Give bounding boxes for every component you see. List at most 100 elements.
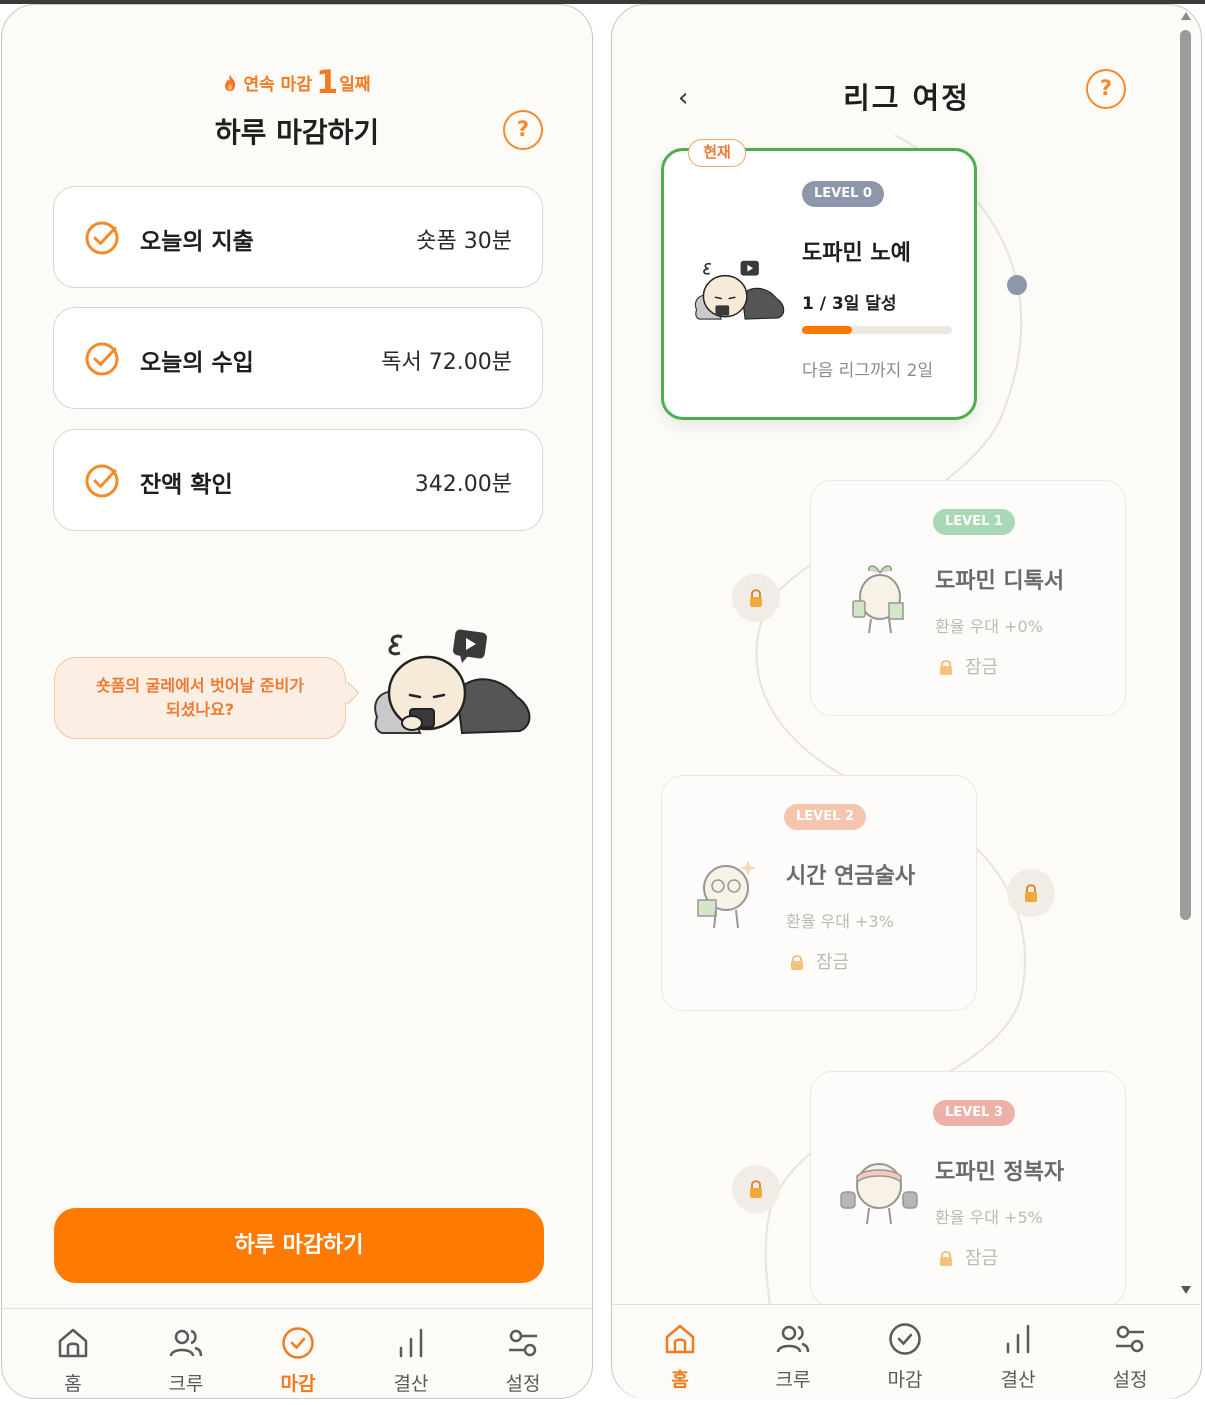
- tab-label: 결산: [393, 1373, 429, 1395]
- bottom-tab-bar: 홈 크루 마감 결산 설정: [2, 1308, 592, 1398]
- progress-fill: [802, 326, 852, 334]
- league-card-level-1[interactable]: LEVEL 1 도파민 디톡서 환율 우대 +0% 잠금: [810, 480, 1126, 716]
- lock-label: 잠금: [790, 948, 849, 974]
- league-card-level-3[interactable]: LEVEL 3 도파민 정복자 환율 우대 +5% 잠금: [810, 1071, 1126, 1307]
- settings-sliders-icon: [509, 1329, 537, 1357]
- row-value: 342.00분: [414, 472, 512, 497]
- progress-text: 1 / 3일 달성: [802, 294, 897, 314]
- balance-row[interactable]: 잔액 확인 342.00분: [53, 429, 543, 531]
- league-card-level-2[interactable]: LEVEL 2 시간 연금술사 환율 우대 +3% 잠금: [661, 775, 977, 1011]
- bubble-line-1: 숏폼의 굴레에서 벗어날 준비가: [95, 676, 305, 695]
- tab-settings[interactable]: 설정: [467, 1309, 579, 1398]
- scroll-up-arrow[interactable]: [1181, 12, 1191, 20]
- help-button[interactable]: ?: [1086, 69, 1126, 109]
- tab-home[interactable]: 홈: [624, 1305, 736, 1405]
- tab-report[interactable]: 결산: [355, 1309, 467, 1398]
- tab-label: 홈: [64, 1373, 82, 1395]
- settings-sliders-icon: [1116, 1325, 1144, 1353]
- league-name: 시간 연금술사: [786, 864, 916, 889]
- check-circle-icon: [85, 464, 119, 498]
- level-pill: LEVEL 1: [933, 509, 1015, 535]
- current-badge: 현재: [688, 139, 746, 167]
- streak-suffix: 일째: [339, 75, 371, 95]
- streak-indicator: 연속 마감 1일째: [2, 63, 592, 101]
- sleepy-mascot-illustration: [374, 629, 531, 735]
- alchemist-mascot-illustration: [697, 860, 756, 929]
- row-label: 잔액 확인: [140, 472, 233, 498]
- tab-crew[interactable]: 크루: [130, 1309, 242, 1398]
- income-row[interactable]: 오늘의 수입 독서 72.00분: [53, 307, 543, 409]
- tab-label: 크루: [168, 1373, 204, 1395]
- lock-icon: [750, 1180, 762, 1198]
- check-circle-icon: [889, 1323, 921, 1355]
- row-label: 오늘의 지출: [140, 229, 254, 255]
- people-icon: [776, 1325, 810, 1353]
- close-day-button[interactable]: 하루 마감하기: [54, 1208, 544, 1283]
- row-label: 오늘의 수입: [140, 350, 254, 376]
- locked-node: [732, 574, 780, 622]
- league-name: 도파민 디톡서: [935, 569, 1065, 594]
- tab-close[interactable]: 마감: [849, 1305, 961, 1405]
- sprout-mascot-illustration: [852, 565, 904, 634]
- check-circle-icon: [85, 342, 119, 376]
- tab-label: 설정: [505, 1373, 541, 1395]
- rate-text: 환율 우대 +3%: [786, 912, 894, 931]
- league-card-level-0[interactable]: LEVEL 0 도파민 노예 1 / 3일 달성 다음 리그까지 2일: [661, 148, 977, 420]
- lock-label: 잠금: [939, 1244, 998, 1270]
- lock-icon: [750, 589, 762, 607]
- level-pill: LEVEL 3: [933, 1100, 1015, 1126]
- tab-label: 크루: [775, 1369, 811, 1391]
- league-name: 도파민 정복자: [935, 1160, 1065, 1185]
- athlete-mascot-illustration: [840, 1163, 918, 1225]
- bar-chart-icon: [399, 1328, 423, 1358]
- tab-label: 결산: [1000, 1369, 1036, 1391]
- lock-icon: [940, 1251, 952, 1266]
- level-pill: LEVEL 0: [802, 181, 884, 207]
- lock-text: 잠금: [965, 1248, 999, 1269]
- locked-node: [732, 1165, 780, 1213]
- league-name: 도파민 노예: [802, 241, 911, 266]
- tab-home[interactable]: 홈: [17, 1309, 129, 1398]
- tab-label: 마감: [887, 1369, 923, 1391]
- next-league-text: 다음 리그까지 2일: [802, 361, 934, 381]
- check-circle-icon: [282, 1327, 314, 1359]
- rate-text: 환율 우대 +0%: [935, 617, 1043, 636]
- tab-report[interactable]: 결산: [962, 1305, 1074, 1405]
- scroll-down-arrow[interactable]: [1181, 1286, 1191, 1294]
- lock-icon: [1025, 884, 1037, 902]
- tab-label: 홈: [671, 1369, 689, 1391]
- bar-chart-icon: [1006, 1324, 1030, 1354]
- level-pill: LEVEL 2: [784, 804, 866, 830]
- lock-text: 잠금: [816, 952, 850, 973]
- home-icon: [58, 1328, 88, 1358]
- bubble-line-2: 되셨나요?: [165, 700, 235, 719]
- lock-icon: [940, 660, 952, 675]
- tab-label: 마감: [280, 1373, 316, 1395]
- lock-icon: [791, 955, 803, 970]
- spending-row[interactable]: 오늘의 지출 숏폼 30분: [53, 186, 543, 288]
- rate-text: 환율 우대 +5%: [935, 1208, 1043, 1227]
- locked-node: [1007, 869, 1055, 917]
- lock-label: 잠금: [939, 653, 998, 679]
- row-value: 숏폼 30분: [416, 229, 512, 254]
- help-button[interactable]: ?: [503, 110, 543, 150]
- tab-close[interactable]: 마감: [242, 1309, 354, 1398]
- check-circle-icon: [85, 221, 119, 255]
- flame-icon: [225, 75, 236, 91]
- row-value: 독서 72.00분: [381, 350, 512, 375]
- sleepy-mascot-illustration: [695, 260, 785, 320]
- home-icon: [665, 1324, 695, 1354]
- tab-crew[interactable]: 크루: [737, 1305, 849, 1405]
- tab-settings[interactable]: 설정: [1074, 1305, 1186, 1405]
- daily-close-screen: 연속 마감 1일째 하루 마감하기 ? 오늘의 지출 숏폼 30분 오늘의 수입 …: [1, 4, 593, 1399]
- lock-text: 잠금: [965, 657, 999, 678]
- streak-count: 1: [315, 63, 339, 101]
- current-node: [1007, 275, 1027, 295]
- scrollbar-thumb[interactable]: [1180, 30, 1191, 920]
- streak-prefix: 연속 마감: [243, 75, 312, 95]
- bottom-tab-bar: 홈 크루 마감 결산 설정: [612, 1304, 1200, 1399]
- tab-label: 설정: [1112, 1369, 1148, 1391]
- progress-bar: [802, 326, 952, 334]
- people-icon: [169, 1329, 203, 1357]
- speech-bubble: 숏폼의 굴레에서 벗어날 준비가 되셨나요?: [54, 657, 346, 739]
